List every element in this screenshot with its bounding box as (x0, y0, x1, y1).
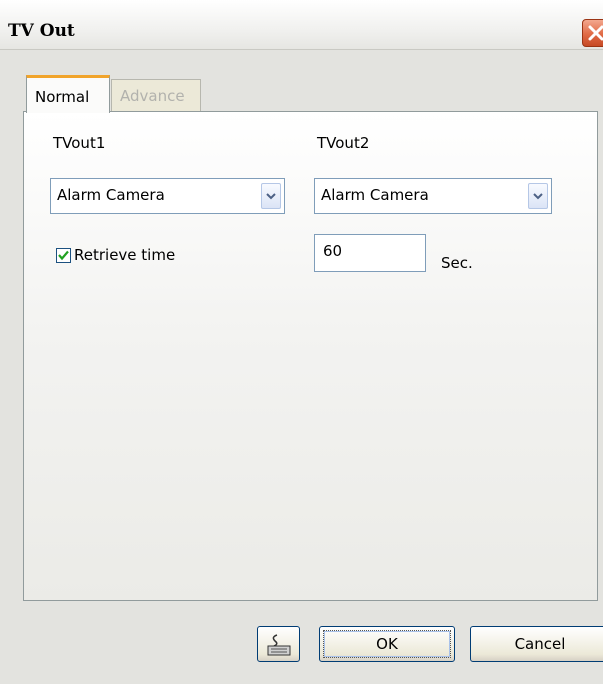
chevron-down-icon (533, 193, 543, 200)
retrieve-time-checkbox[interactable] (56, 248, 71, 263)
title-bar: TV Out (0, 0, 603, 50)
ok-button-label: OK (376, 635, 398, 653)
chevron-down-icon (266, 193, 276, 200)
tab-normal-label: Normal (35, 88, 90, 106)
tvout1-selected-value: Alarm Camera (57, 186, 165, 204)
cancel-button-label: Cancel (514, 635, 566, 653)
tab-advance[interactable]: Advance (111, 79, 201, 112)
retrieve-time-input[interactable]: 60 (314, 234, 426, 272)
tvout2-select[interactable]: Alarm Camera (314, 178, 552, 214)
tab-advance-label: Advance (120, 87, 185, 105)
close-icon (588, 25, 603, 41)
window-title: TV Out (8, 21, 75, 41)
tab-normal[interactable]: Normal (26, 75, 110, 113)
ok-button[interactable]: OK (319, 626, 455, 662)
checkmark-icon (58, 250, 69, 261)
tvout2-selected-value: Alarm Camera (321, 186, 429, 204)
tv-out-dialog: TV Out Normal Advance TVout1 TVout2 Alar… (0, 0, 603, 684)
tvout1-label: TVout1 (53, 134, 106, 152)
keyboard-icon (267, 634, 291, 656)
tvout2-label: TVout2 (317, 134, 370, 152)
tvout2-dropdown-button[interactable] (528, 183, 548, 209)
keyboard-button[interactable] (257, 626, 300, 662)
close-button[interactable] (582, 19, 603, 47)
retrieve-time-label: Retrieve time (74, 246, 176, 264)
tvout1-dropdown-button[interactable] (261, 183, 281, 209)
tvout1-select[interactable]: Alarm Camera (50, 178, 285, 214)
cancel-button[interactable]: Cancel (470, 626, 603, 662)
seconds-unit-label: Sec. (441, 254, 473, 272)
